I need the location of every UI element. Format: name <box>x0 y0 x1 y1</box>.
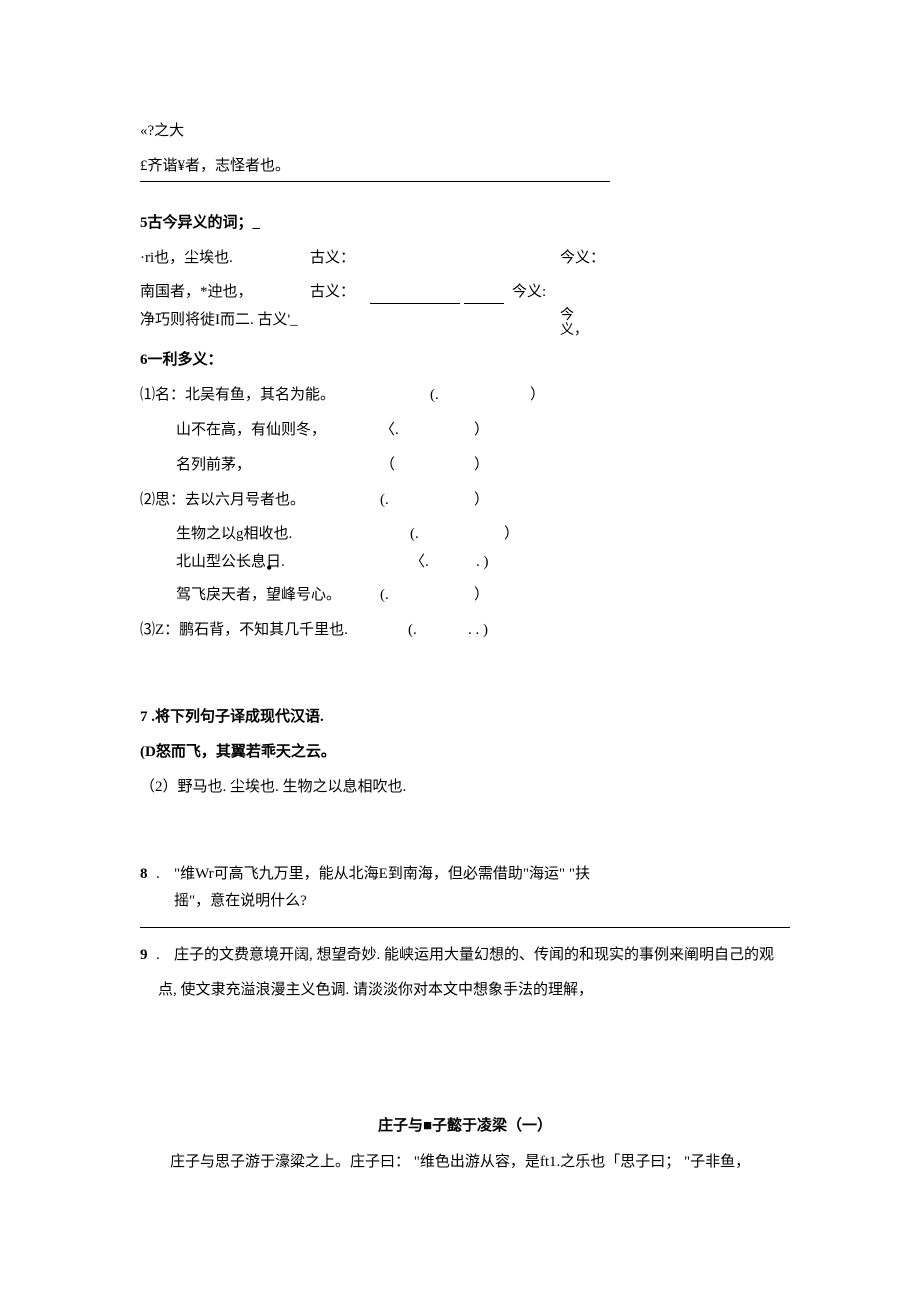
text: 今义： <box>560 245 605 272</box>
num: 7 .将下列句子译成现代汉语. <box>140 709 324 725</box>
text-line: «?之大 <box>140 118 790 145</box>
paren-right: ） <box>474 452 489 479</box>
dot: . <box>156 942 174 969</box>
paragraph: 庄子与思子游于濠粱之上。庄子曰： "维色出游从容，是ft1.之乐也「思子曰； "… <box>140 1149 790 1176</box>
text: ⑴名：北吴有鱼，其名为能。 <box>140 382 430 409</box>
q5-title: 5古今异义的词；_ <box>140 210 790 237</box>
q7-a: (D怒而飞，其翼若乖天之云。 <box>140 739 790 766</box>
text: 义， <box>560 323 588 338</box>
q5-row1: ·ri也，尘埃也. 古义： 今义： <box>140 245 790 272</box>
paren-left: (. <box>408 617 438 644</box>
q6-2-head: ⑵思：去以六月号者也。 (. ） <box>140 487 790 514</box>
text: 驾飞戾天者，望峰号心。 <box>176 582 380 609</box>
dot: . <box>156 861 174 888</box>
text: 北山型公长息日. <box>176 550 410 574</box>
text: 名列前茅， <box>176 452 380 479</box>
paren-right: . ) <box>476 550 489 574</box>
paren-right: ） <box>474 487 489 514</box>
q6-2-b: 北山型公长息日. 〈. . ) • <box>140 550 790 574</box>
paren-left: (. <box>430 382 470 409</box>
text: 净巧则将徙I而二. 古义'_ <box>140 308 440 339</box>
paren-right: ） <box>474 582 489 609</box>
text: 今 <box>560 308 588 323</box>
label: 5古今异义的词；_ <box>140 215 260 231</box>
paren-right: ） <box>474 417 489 444</box>
spacer <box>470 382 530 409</box>
text: 古义： <box>310 245 560 272</box>
num: 9 <box>140 942 156 969</box>
paren-left: 〈. <box>380 417 414 444</box>
paren-left: （ <box>380 452 414 479</box>
q6-title: 6一利多义： <box>140 347 790 374</box>
vertical-text: 今 义， <box>560 308 588 339</box>
q7-b: （2）野马也. 尘埃也. 生物之以息相吹也. <box>140 774 790 801</box>
spacer <box>414 417 474 444</box>
text: "维Wr可高飞九万里，能从北海E到南海，但必需借助"海运" "扶 摇"，意在说明… <box>174 861 790 915</box>
text: 古义： <box>310 280 370 304</box>
paren-left: (. <box>380 487 414 514</box>
paren-right: ） <box>530 382 545 409</box>
q5-row2: 南国者，*迚也， 古义： 今义: <box>140 280 790 304</box>
text: 山不在高，有仙则冬， <box>176 417 380 444</box>
paren-left: (. <box>380 582 414 609</box>
spacer <box>414 452 474 479</box>
q6-2-c: 驾飞戾天者，望峰号心。 (. ） <box>140 582 790 609</box>
text: ·ri也，尘埃也. <box>140 245 310 272</box>
underlined-line: £齐谐¥者，志怪者也。 <box>140 153 610 182</box>
paren-left: 〈. <box>410 550 444 574</box>
blank <box>464 280 504 304</box>
subtitle: 庄子与■子懿于凌梁（一） <box>140 1114 790 1135</box>
q6-2-a: 生物之以g相收也. (. ） <box>140 522 790 546</box>
q9-line2: 点, 使文隶充溢浪漫主义色调. 请淡淡你对本文中想象手法的理解， <box>140 977 790 1004</box>
q6-1-b: 名列前茅， （ ） <box>140 452 790 479</box>
spacer <box>440 308 560 339</box>
spacer <box>414 582 474 609</box>
q8: 8 . "维Wr可高飞九万里，能从北海E到南海，但必需借助"海运" "扶 摇"，… <box>140 861 790 915</box>
text: 南国者，*迚也， <box>140 280 310 304</box>
spacer <box>444 550 476 574</box>
blank <box>370 280 460 304</box>
text: 生物之以g相收也. <box>176 522 410 546</box>
label: 6一利多义： <box>140 352 223 368</box>
q7-title: 7 .将下列句子译成现代汉语. <box>140 704 790 731</box>
q6-1-a: 山不在高，有仙则冬， 〈. ） <box>140 417 790 444</box>
text: (D怒而飞，其翼若乖天之云。 <box>140 744 336 760</box>
text: 庄子的文费意境开阔, 想望奇妙. 能峡运用大量幻想的、传闻的和现实的事例来阐明自… <box>174 942 790 969</box>
num: 8 <box>140 861 156 888</box>
text: 今义: <box>512 280 546 304</box>
text: ⑵思：去以六月号者也。 <box>140 487 380 514</box>
line1: 庄子的文费意境开阔, 想望奇妙. 能峡运用大量幻想的、传闻的和现实的事例来阐明自… <box>174 947 774 963</box>
q6-3-head: ⑶Z：鹏石背，不知其几千里也. (. . . ) <box>140 617 790 644</box>
line2: 摇"，意在说明什么? <box>174 893 307 909</box>
text: £齐谐¥者，志怪者也。 <box>140 158 290 174</box>
paren-right: . . ) <box>468 617 488 644</box>
q5-row3: 净巧则将徙I而二. 古义'_ 今 义， <box>140 308 790 339</box>
spacer <box>444 522 504 546</box>
line1: "维Wr可高飞九万里，能从北海E到南海，但必需借助"海运" "扶 <box>174 866 590 882</box>
spacer <box>438 617 468 644</box>
paren-right: ） <box>504 522 519 546</box>
text: ⑶Z：鹏石背，不知其几千里也. <box>140 617 408 644</box>
q6-1-head: ⑴名：北吴有鱼，其名为能。 (. ） <box>140 382 790 409</box>
answer-line <box>140 927 790 928</box>
paren-left: (. <box>410 522 444 546</box>
spacer <box>414 487 474 514</box>
q9: 9 . 庄子的文费意境开阔, 想望奇妙. 能峡运用大量幻想的、传闻的和现实的事例… <box>140 942 790 969</box>
